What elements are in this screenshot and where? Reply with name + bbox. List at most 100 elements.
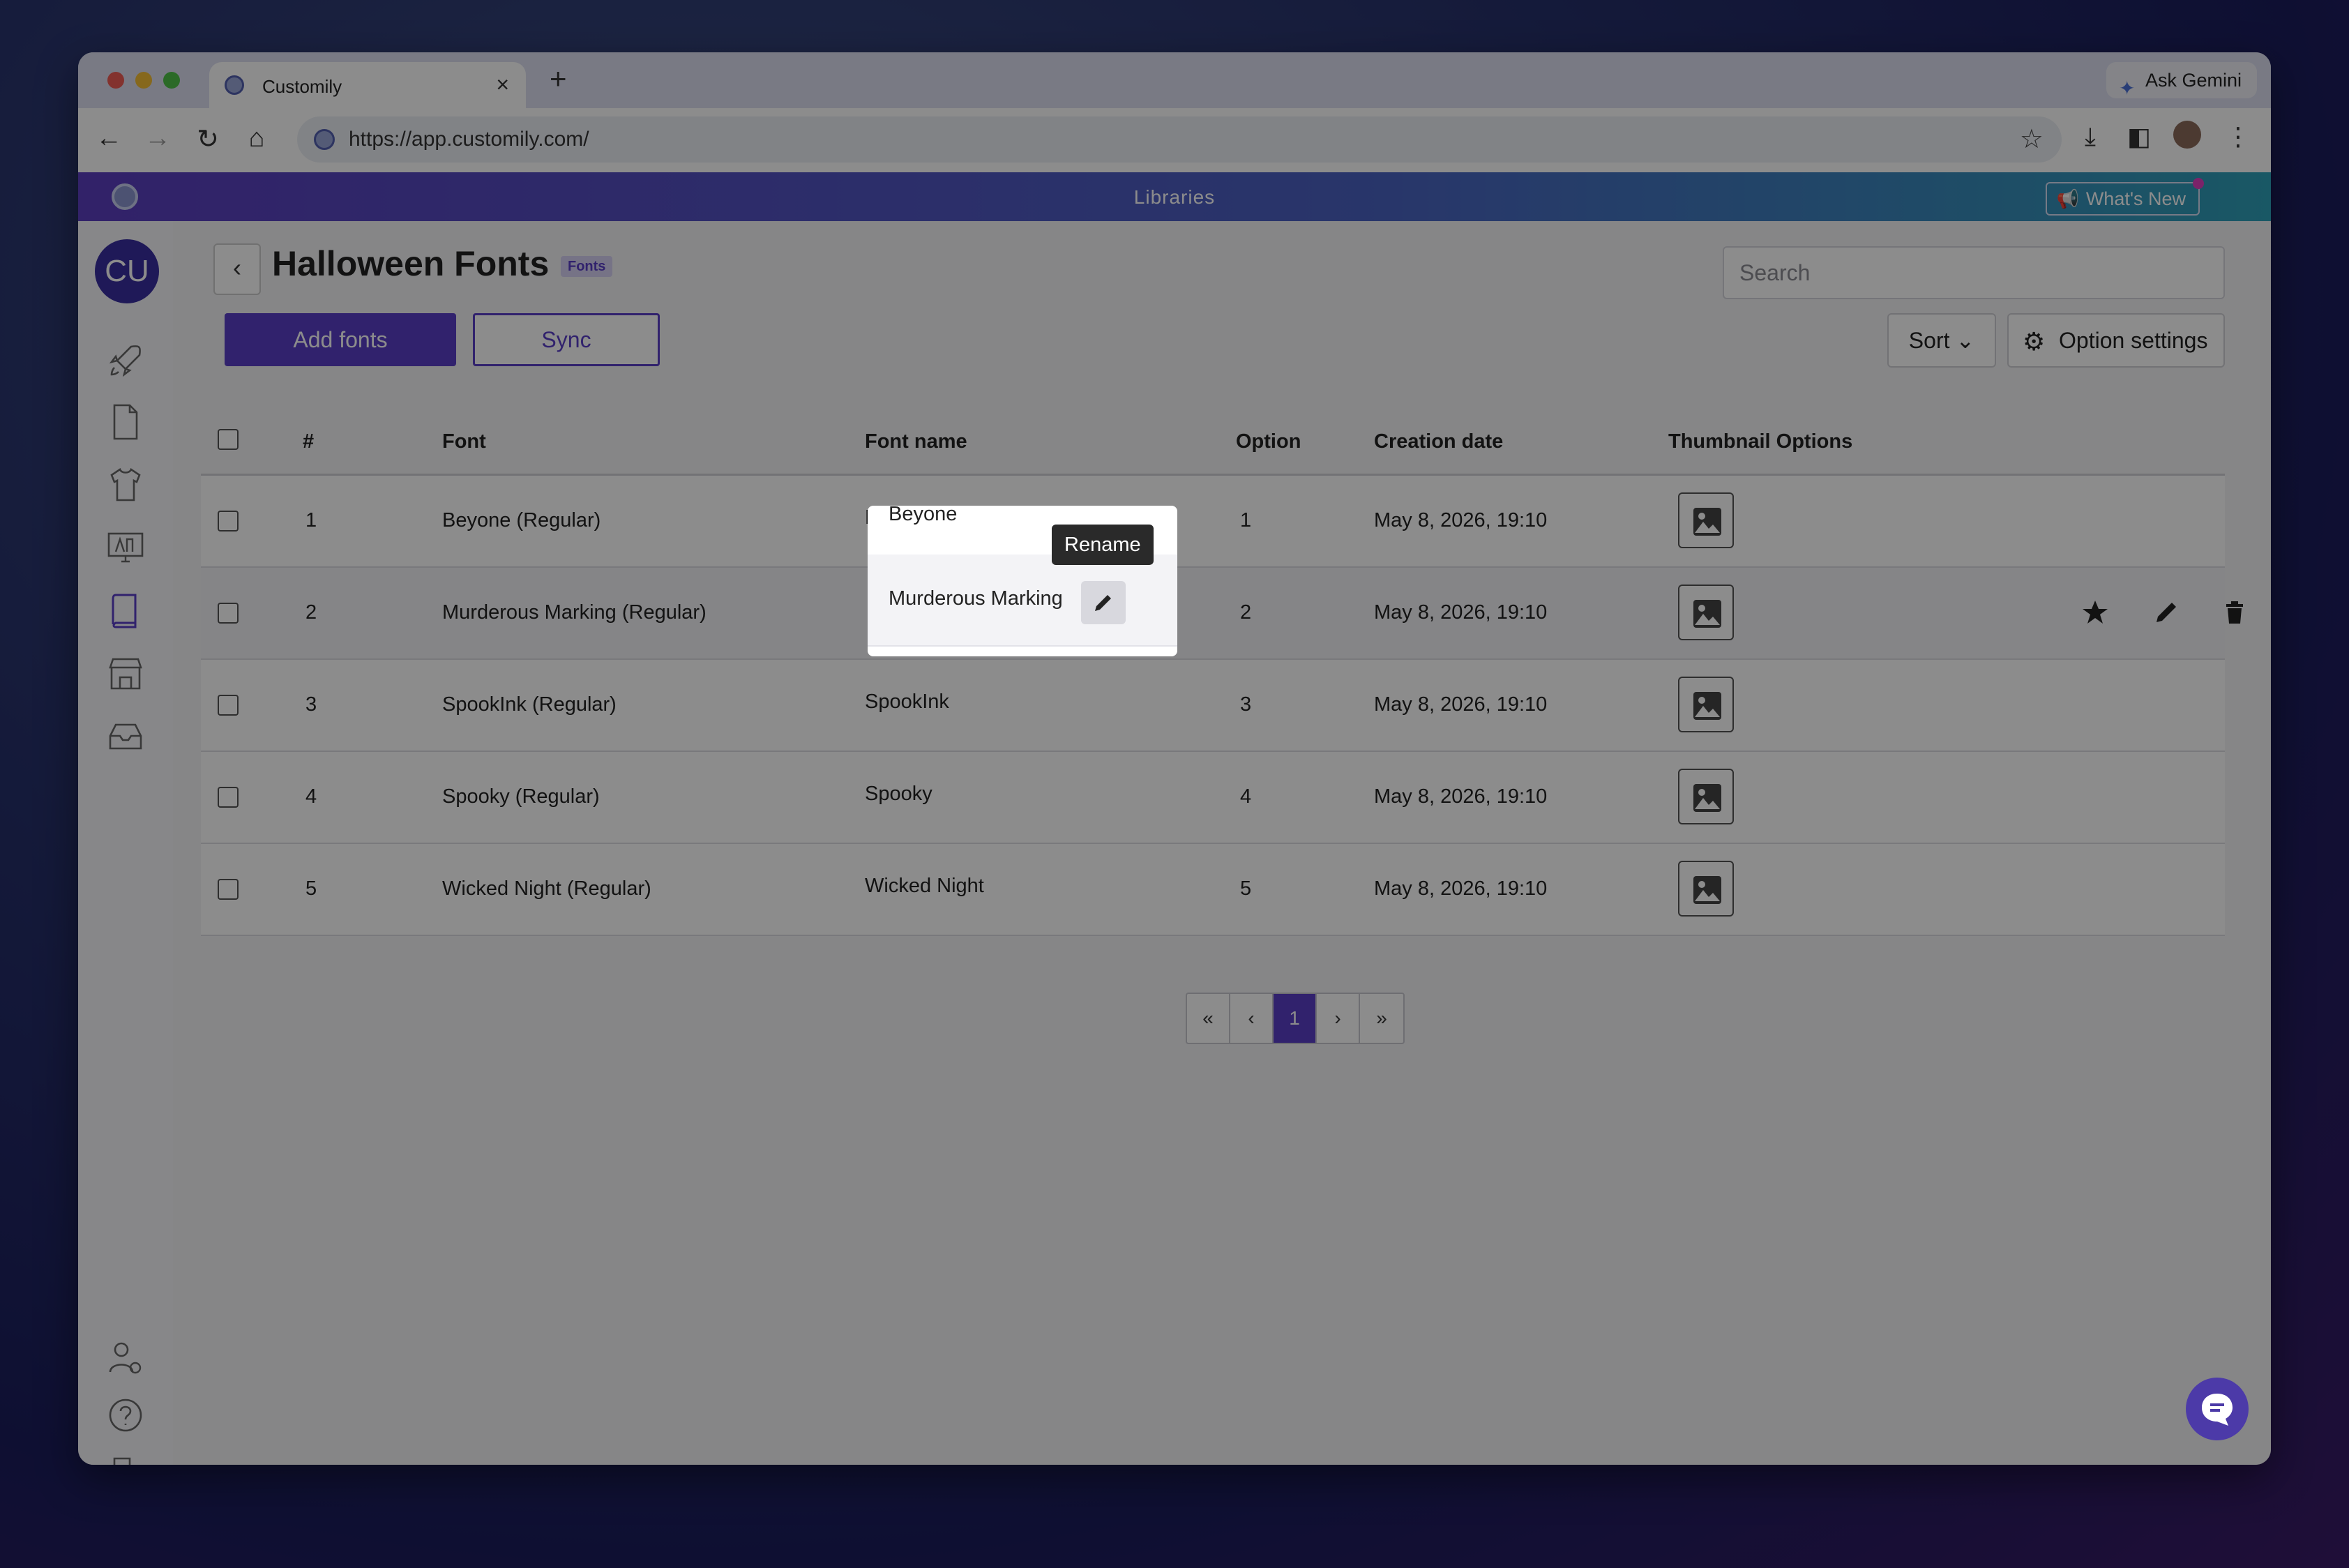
back-button[interactable]: ‹ xyxy=(213,243,261,295)
font-file: Spooky (Regular) xyxy=(442,785,600,808)
select-all-checkbox[interactable] xyxy=(218,429,239,450)
download-icon[interactable]: ⤓ xyxy=(2073,122,2108,152)
sort-label: Sort xyxy=(1908,328,1950,353)
edit-pencil-icon[interactable] xyxy=(2152,598,2180,626)
creation-date: May 8, 2026, 19:10 xyxy=(1374,509,1548,532)
option-number: 4 xyxy=(1240,785,1252,808)
help-icon[interactable] xyxy=(105,1396,146,1438)
row-checkbox[interactable] xyxy=(218,603,239,624)
maximize-window-button[interactable] xyxy=(163,72,180,89)
column-header-creation-date: Creation date xyxy=(1374,430,1504,453)
favorite-star-icon[interactable] xyxy=(2081,598,2109,626)
column-header-option: Option xyxy=(1236,430,1301,453)
font-file: Murderous Marking (Regular) xyxy=(442,601,707,624)
table-row[interactable]: 4 Spooky (Regular) Spooky 4 May 8, 2026,… xyxy=(201,752,2225,844)
delete-trash-icon[interactable] xyxy=(2221,598,2249,626)
font-name: SpookInk xyxy=(865,691,949,713)
new-tab-icon[interactable]: + xyxy=(550,62,567,96)
whats-new-label: What's New xyxy=(2085,188,2186,209)
column-header-number: # xyxy=(303,430,315,453)
browser-tab[interactable]: Customily × xyxy=(209,62,526,108)
last-page-button[interactable]: » xyxy=(1360,994,1403,1043)
thumbnail-button[interactable] xyxy=(1678,492,1734,548)
creation-date: May 8, 2026, 19:10 xyxy=(1374,877,1548,900)
profile-avatar-icon[interactable] xyxy=(2173,121,2201,149)
add-fonts-button[interactable]: Add fonts xyxy=(225,313,456,366)
thumbnail-button[interactable] xyxy=(1678,861,1734,917)
store-icon[interactable] xyxy=(105,652,146,694)
address-bar[interactable]: https://app.customily.com/ ☆ xyxy=(297,116,2062,163)
table-row[interactable]: 3 SpookInk (Regular) SpookInk 3 May 8, 2… xyxy=(201,660,2225,752)
row-number: 1 xyxy=(305,509,317,532)
rename-tooltip: Rename xyxy=(1052,525,1154,565)
row-checkbox[interactable] xyxy=(218,695,239,716)
home-icon[interactable]: ⌂ xyxy=(240,123,273,153)
site-favicon-icon xyxy=(314,129,335,150)
whats-new-button[interactable]: 📢 What's New xyxy=(2045,178,2204,216)
url-text: https://app.customily.com/ xyxy=(349,128,589,151)
megaphone-icon: 📢 xyxy=(2056,188,2080,209)
ask-gemini-button[interactable]: ✦ Ask Gemini xyxy=(2106,62,2257,99)
option-number: 1 xyxy=(1240,509,1252,532)
ask-gemini-label: Ask Gemini xyxy=(2145,70,2242,91)
inbox-icon[interactable] xyxy=(105,715,146,757)
side-panel-icon[interactable]: ◧ xyxy=(2122,122,2157,151)
image-icon xyxy=(1693,600,1721,628)
table-row[interactable]: 1 Beyone (Regular) Beyone 1 May 8, 2026,… xyxy=(201,476,2225,568)
close-window-button[interactable] xyxy=(107,72,124,89)
row-number: 5 xyxy=(305,877,317,900)
row-number: 3 xyxy=(305,693,317,716)
option-number: 2 xyxy=(1240,601,1252,624)
app-header-title: Libraries xyxy=(1133,186,1216,208)
main-content: ‹ Halloween Fonts Fonts Add fonts Sync S… xyxy=(173,221,2271,1465)
bookmark-star-icon[interactable]: ☆ xyxy=(2020,123,2044,155)
page-1-button[interactable]: 1 xyxy=(1274,994,1317,1043)
sync-button[interactable]: Sync xyxy=(473,313,660,366)
table-row[interactable]: 2 Murderous Marking (Regular) 2 May 8, 2… xyxy=(201,568,2243,660)
chat-support-button[interactable] xyxy=(2186,1378,2249,1440)
row-checkbox[interactable] xyxy=(218,787,239,808)
thumbnail-button[interactable] xyxy=(1678,769,1734,824)
menu-dots-icon[interactable]: ⋮ xyxy=(2221,122,2256,151)
search-input[interactable] xyxy=(1723,246,2225,299)
next-page-button[interactable]: › xyxy=(1317,994,1360,1043)
row-number: 2 xyxy=(305,601,317,624)
forward-arrow-icon[interactable]: → xyxy=(141,123,174,153)
logout-door-icon[interactable] xyxy=(105,1454,146,1465)
column-header-font-name: Font name xyxy=(865,430,967,453)
creation-date: May 8, 2026, 19:10 xyxy=(1374,785,1548,808)
row-checkbox[interactable] xyxy=(218,511,239,532)
font-file: Beyone (Regular) xyxy=(442,509,601,532)
thumbnail-button[interactable] xyxy=(1678,585,1734,640)
libraries-book-icon[interactable] xyxy=(105,589,146,631)
first-page-button[interactable]: « xyxy=(1187,994,1230,1043)
font-name: Beyone xyxy=(889,503,958,525)
minimize-window-button[interactable] xyxy=(135,72,152,89)
document-icon[interactable] xyxy=(105,401,146,443)
display-template-icon[interactable] xyxy=(105,527,146,568)
option-settings-button[interactable]: ⚙ Option settings xyxy=(2007,313,2225,368)
tab-close-icon[interactable]: × xyxy=(496,72,509,98)
font-name: Murderous Marking xyxy=(889,587,1063,610)
back-arrow-icon[interactable]: ← xyxy=(92,123,126,153)
pagination: « ‹ 1 › » xyxy=(1186,993,1405,1044)
rocket-icon[interactable] xyxy=(105,340,146,382)
rename-font-button[interactable] xyxy=(1081,581,1126,624)
image-icon xyxy=(1693,876,1721,904)
sidebar: CU xyxy=(78,221,174,1465)
row-number: 4 xyxy=(305,785,317,808)
browser-window: Customily × + ✦ Ask Gemini ← → ↻ ⌂ https… xyxy=(78,52,2271,1465)
creation-date: May 8, 2026, 19:10 xyxy=(1374,693,1548,716)
image-icon xyxy=(1693,692,1721,720)
user-avatar[interactable]: CU xyxy=(95,239,159,303)
user-settings-icon[interactable] xyxy=(105,1337,146,1379)
thumbnail-button[interactable] xyxy=(1678,677,1734,732)
edit-pencil-icon xyxy=(1095,595,1111,611)
table-row[interactable]: 5 Wicked Night (Regular) Wicked Night 5 … xyxy=(201,844,2225,936)
reload-icon[interactable]: ↻ xyxy=(191,123,225,155)
tshirt-icon[interactable] xyxy=(105,464,146,506)
prev-page-button[interactable]: ‹ xyxy=(1230,994,1274,1043)
row-checkbox[interactable] xyxy=(218,879,239,900)
notification-dot xyxy=(2193,178,2204,189)
sort-dropdown[interactable]: Sort ⌄ xyxy=(1887,313,1996,368)
